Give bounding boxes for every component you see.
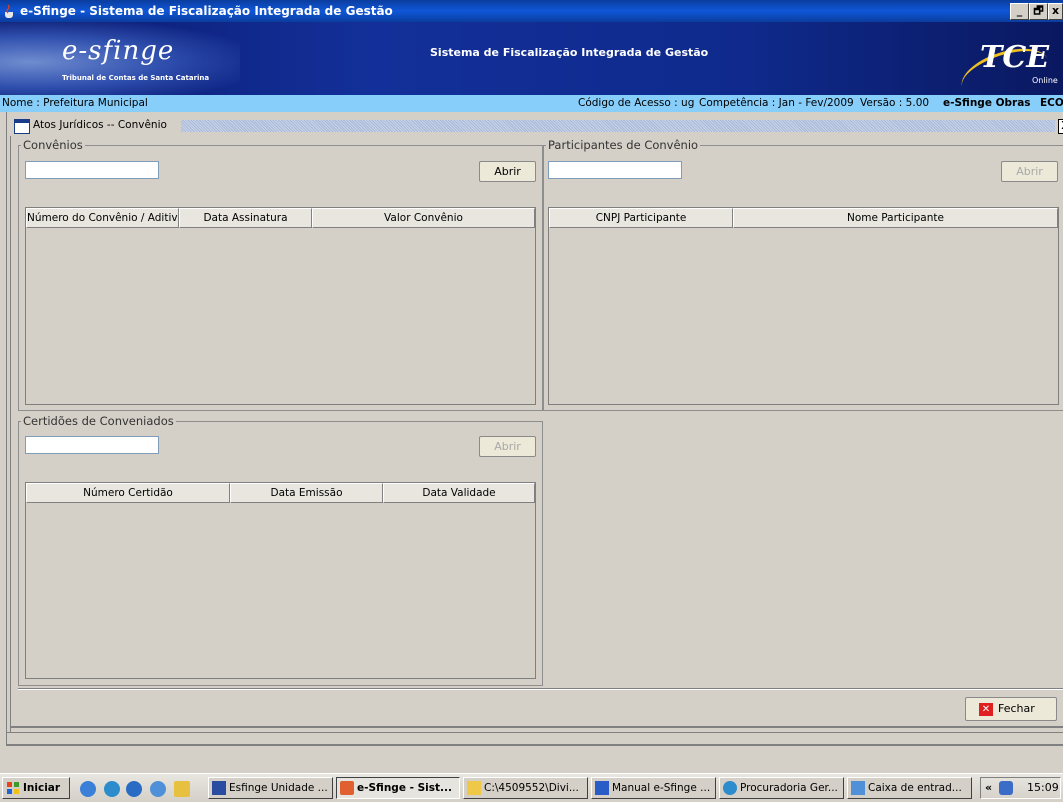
task-procuradoria[interactable]: Procuradoria Ger... — [719, 777, 844, 799]
close-window-button[interactable]: x — [1048, 3, 1063, 20]
frame-bottom-border — [10, 726, 1063, 728]
ie-browser-icon — [723, 781, 737, 795]
restore-button[interactable]: 🗗 — [1029, 3, 1048, 20]
taskbar: Iniciar Esfinge Unidade ... e-Sfinge - S… — [0, 773, 1063, 802]
system-tray: « 15:09 — [980, 777, 1061, 799]
quicklaunch-folder-icon[interactable] — [174, 781, 190, 797]
convenios-open-button[interactable]: Abrir — [479, 161, 536, 182]
certidoes-search-input[interactable] — [25, 436, 159, 454]
frame-window-icon — [14, 119, 30, 134]
module-name: e-Sfinge Obras — [943, 97, 1031, 109]
task-label: Manual e-Sfinge ... — [612, 782, 711, 794]
minimize-button[interactable]: _ — [1010, 3, 1029, 20]
system-title: Sistema de Fiscalização Integrada de Ges… — [430, 46, 709, 59]
col-valor-convenio[interactable]: Valor Convênio — [312, 208, 535, 228]
col-numero-convenio[interactable]: Número do Convênio / Aditivo — [26, 208, 179, 228]
java-cup-icon — [5, 4, 13, 18]
task-label: C:\4509552\Divi... — [484, 782, 579, 794]
windows-flag-icon — [7, 782, 19, 794]
frame-title: Atos Jurídicos -- Convênio — [33, 119, 167, 131]
certidoes-legend: Certidões de Conveniados — [23, 414, 174, 428]
task-esfinge-sistema[interactable]: e-Sfinge - Sist... — [336, 777, 460, 799]
access-code: Código de Acesso : ug — [578, 97, 695, 109]
inner-frame-border — [10, 136, 11, 732]
col-data-emissao[interactable]: Data Emissão — [230, 483, 383, 503]
outlook-mail-icon — [851, 781, 865, 795]
tce-online-label: Online — [1032, 76, 1058, 85]
start-button[interactable]: Iniciar — [2, 777, 70, 799]
task-manual-esfinge[interactable]: Manual e-Sfinge ... — [591, 777, 716, 799]
participantes-search-input[interactable] — [548, 161, 682, 179]
competence: Competência : Jan - Fev/2009 — [699, 97, 854, 109]
titlebar-pattern — [181, 120, 1055, 132]
participantes-table-header: CNPJ Participante Nome Participante — [549, 208, 1058, 228]
tray-expand-button[interactable]: « — [985, 781, 992, 794]
folder-icon — [467, 781, 481, 795]
internal-frame-titlebar[interactable]: Atos Jurídicos -- Convênio X — [11, 117, 1063, 136]
tce-app-icon — [212, 781, 226, 795]
task-folder-path[interactable]: C:\4509552\Divi... — [463, 777, 588, 799]
java-app-icon — [340, 781, 354, 795]
quicklaunch-ie-icon[interactable] — [104, 781, 120, 797]
task-label: Esfinge Unidade ... — [229, 782, 328, 794]
esfinge-logo: e-sfinge — [62, 36, 175, 66]
col-numero-certidao[interactable]: Número Certidão — [26, 483, 230, 503]
certidoes-open-button[interactable]: Abrir — [479, 436, 536, 457]
participantes-open-button[interactable]: Abrir — [1001, 161, 1058, 182]
entity-name: Nome : Prefeitura Municipal — [2, 97, 148, 109]
certidoes-table[interactable]: Número Certidão Data Emissão Data Valida… — [25, 482, 536, 679]
word-doc-icon — [595, 781, 609, 795]
status-bar — [6, 744, 1063, 771]
convenios-table[interactable]: Número do Convênio / Aditivo Data Assina… — [25, 207, 536, 405]
version: Versão : 5.00 — [860, 97, 930, 109]
tribunal-name: Tribunal de Contas de Santa Catarina — [62, 74, 210, 82]
quicklaunch-desktop-icon[interactable] — [80, 781, 96, 797]
quicklaunch-media-icon[interactable] — [126, 781, 142, 797]
start-label: Iniciar — [23, 782, 61, 794]
fechar-label: Fechar — [998, 702, 1035, 715]
window-title: e-Sfinge - Sistema de Fiscalização Integ… — [20, 4, 393, 18]
col-nome-participante[interactable]: Nome Participante — [733, 208, 1058, 228]
header-banner: e-sfinge Tribunal de Contas de Santa Cat… — [0, 22, 1063, 95]
outer-bottom-border — [6, 732, 1063, 733]
task-label: Procuradoria Ger... — [740, 782, 838, 794]
red-x-icon: ✕ — [979, 703, 993, 716]
convenios-search-input[interactable] — [25, 161, 159, 179]
certidoes-table-header: Número Certidão Data Emissão Data Valida… — [26, 483, 535, 503]
col-data-validade[interactable]: Data Validade — [383, 483, 535, 503]
frame-border — [6, 112, 7, 744]
task-label: e-Sfinge - Sist... — [357, 782, 453, 794]
tce-logo: TCE — [980, 40, 1050, 75]
col-data-assinatura[interactable]: Data Assinatura — [179, 208, 312, 228]
participantes-legend: Participantes de Convênio — [548, 138, 699, 152]
close-frame-icon[interactable]: X — [1058, 119, 1063, 134]
network-tray-icon[interactable] — [999, 781, 1013, 795]
clock: 15:09 — [1027, 781, 1059, 794]
convenios-legend: Convênios — [23, 138, 83, 152]
info-strip: Nome : Prefeitura Municipal Código de Ac… — [0, 95, 1063, 112]
task-caixa-entrada[interactable]: Caixa de entrad... — [847, 777, 972, 799]
fechar-button[interactable]: ✕ Fechar — [965, 697, 1057, 721]
footer-separator-highlight — [18, 689, 1063, 690]
task-label: Caixa de entrad... — [868, 782, 962, 794]
quicklaunch-outlook-icon[interactable] — [150, 781, 166, 797]
col-cnpj-participante[interactable]: CNPJ Participante — [549, 208, 733, 228]
convenios-table-header: Número do Convênio / Aditivo Data Assina… — [26, 208, 535, 228]
participantes-table[interactable]: CNPJ Participante Nome Participante — [548, 207, 1059, 405]
eco-label: ECO — [1040, 97, 1063, 109]
window-titlebar[interactable]: e-Sfinge - Sistema de Fiscalização Integ… — [0, 0, 1063, 22]
task-esfinge-unidade[interactable]: Esfinge Unidade ... — [208, 777, 333, 799]
